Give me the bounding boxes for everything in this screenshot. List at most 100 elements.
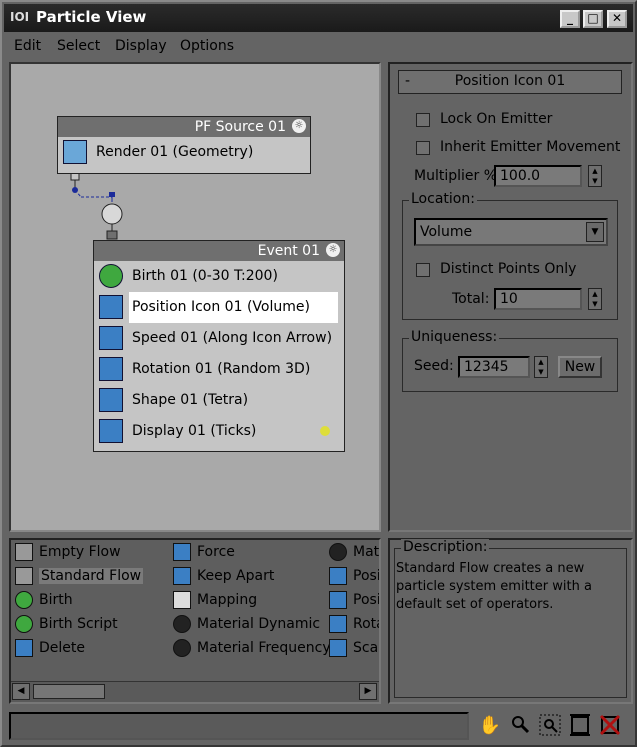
zoom-icon[interactable] [508,714,532,738]
material-icon [329,543,347,561]
depot-scrollbar[interactable]: ◀ ▶ [11,681,379,702]
menu-display[interactable]: Display [115,38,167,54]
menu-select[interactable]: Select [57,38,100,54]
uniqueness-group-label: Uniqueness: [409,329,500,345]
depot-item-birth-script[interactable]: Birth Script [15,613,118,635]
location-value: Volume [420,224,473,240]
depot-item-label: Rota [353,616,379,632]
title-bar[interactable]: IOI Particle View _ □ ✕ [4,4,633,32]
scroll-left-icon[interactable]: ◀ [12,683,30,700]
multiplier-spinner[interactable]: ▲ ▼ [588,165,602,187]
birth-script-icon [15,615,33,633]
menu-options[interactable]: Options [180,38,234,54]
multiplier-input[interactable]: 100.0 [494,165,582,187]
depot-item-label: Empty Flow [39,544,121,560]
depot-item-label: Birth [39,592,73,608]
depot-item-material-frequency[interactable]: Material Frequency [173,637,331,659]
total-label: Total: [452,291,490,307]
event-node[interactable]: Event 01 ☼ Birth 01 (0-30 T:200) Positio… [93,240,345,452]
distinct-points-label: Distinct Points Only [440,261,577,277]
flow-icon [15,567,33,585]
depot-item-mapping[interactable]: Mapping [173,589,257,611]
operator-rotation[interactable]: Rotation 01 (Random 3D) [94,354,344,385]
seed-input[interactable]: 12345 [458,356,530,378]
operator-label: Rotation 01 (Random 3D) [132,361,311,377]
close-button[interactable]: ✕ [607,10,627,28]
depot-item-standard-flow[interactable]: Standard Flow [15,565,144,587]
pf-source-node[interactable]: PF Source 01 ☼ Render 01 (Geometry) [57,116,311,174]
rotation-icon [329,615,347,633]
new-seed-button[interactable]: New [558,356,602,378]
source-operator[interactable]: Render 01 (Geometry) [58,137,310,168]
shape-icon [99,388,123,412]
depot-item-position[interactable]: Posi [329,565,379,587]
depot-item-label: Posi [353,592,381,608]
maximize-button[interactable]: □ [583,10,603,28]
location-group-label: Location: [409,191,477,207]
depot-item-label: Sca [353,640,379,656]
operator-shape[interactable]: Shape 01 (Tetra) [94,385,344,416]
operator-label: Position Icon 01 (Volume) [129,292,338,323]
delete-icon [15,639,33,657]
position-icon [99,295,123,319]
depot-item-label: Material Dynamic [197,616,321,632]
operator-speed[interactable]: Speed 01 (Along Icon Arrow) [94,323,344,354]
speed-icon [99,326,123,350]
depot-item-scale[interactable]: Sca [329,637,378,659]
depot-item-label: Force [197,544,235,560]
distinct-points-checkbox[interactable] [416,263,430,277]
depot-item-force[interactable]: Force [173,541,235,563]
rollout-header[interactable]: - Position Icon 01 [398,70,622,94]
scroll-thumb[interactable] [33,684,105,699]
light-bulb-icon[interactable]: ☼ [292,119,306,133]
birth-icon [15,591,33,609]
no-zoom-icon[interactable] [598,714,622,738]
source-operator-label: Render 01 (Geometry) [96,144,254,160]
zoom-region-icon[interactable] [538,714,562,738]
operator-display[interactable]: Display 01 (Ticks) [94,416,344,447]
depot-item-label: Mapping [197,592,258,608]
description-label: Description: [401,539,490,555]
status-bar [9,712,469,740]
collapse-icon: - [405,73,411,89]
depot-item-position-2[interactable]: Posi [329,589,381,611]
inherit-movement-label: Inherit Emitter Movement [440,139,621,155]
operator-label: Display 01 (Ticks) [132,423,257,439]
rotation-icon [99,357,123,381]
depot-item-empty-flow[interactable]: Empty Flow [15,541,121,563]
operator-birth[interactable]: Birth 01 (0-30 T:200) [94,261,344,292]
minimize-button[interactable]: _ [560,10,580,28]
depot-item-keep-apart[interactable]: Keep Apart [173,565,274,587]
parameters-panel: - Position Icon 01 Lock On Emitter Inher… [388,62,633,532]
chevron-down-icon[interactable]: ▼ [586,222,604,242]
location-dropdown[interactable]: Volume ▼ [414,218,608,246]
particle-view-window: IOI Particle View _ □ ✕ Edit Select Disp… [0,0,637,747]
total-spinner[interactable]: ▲ ▼ [588,288,602,310]
depot-item-label: Birth Script [39,616,118,632]
depot-item-delete[interactable]: Delete [15,637,85,659]
scroll-right-icon[interactable]: ▶ [359,683,377,700]
depot-item-material-dynamic[interactable]: Material Dynamic [173,613,320,635]
depot-item-birth[interactable]: Birth [15,589,73,611]
rollout-title: Position Icon 01 [454,73,566,89]
inherit-movement-checkbox[interactable] [416,141,430,155]
light-bulb-icon[interactable]: ☼ [326,243,340,257]
pan-icon[interactable]: ✋ [478,714,502,738]
menu-edit[interactable]: Edit [14,38,41,54]
description-panel: Description: Standard Flow creates a new… [388,538,633,704]
operator-position-icon[interactable]: Position Icon 01 (Volume) [94,292,344,323]
depot-item-material[interactable]: Mate [329,541,380,563]
depot-item-rotation[interactable]: Rota [329,613,379,635]
app-icon: IOI [10,10,30,24]
event-display[interactable]: PF Source 01 ☼ Render 01 (Geometry) Even… [9,62,381,532]
menu-bar: Edit Select Display Options [4,34,633,60]
depot-item-label: Mate [353,544,380,560]
zoom-extents-icon[interactable] [568,714,592,738]
operator-label: Birth 01 (0-30 T:200) [132,268,278,284]
position-icon [329,567,347,585]
seed-spinner[interactable]: ▲ ▼ [534,356,548,378]
lock-on-emitter-checkbox[interactable] [416,113,430,127]
lock-on-emitter-label: Lock On Emitter [440,111,553,127]
multiplier-label: Multiplier % [414,168,498,184]
total-input[interactable]: 10 [494,288,582,310]
